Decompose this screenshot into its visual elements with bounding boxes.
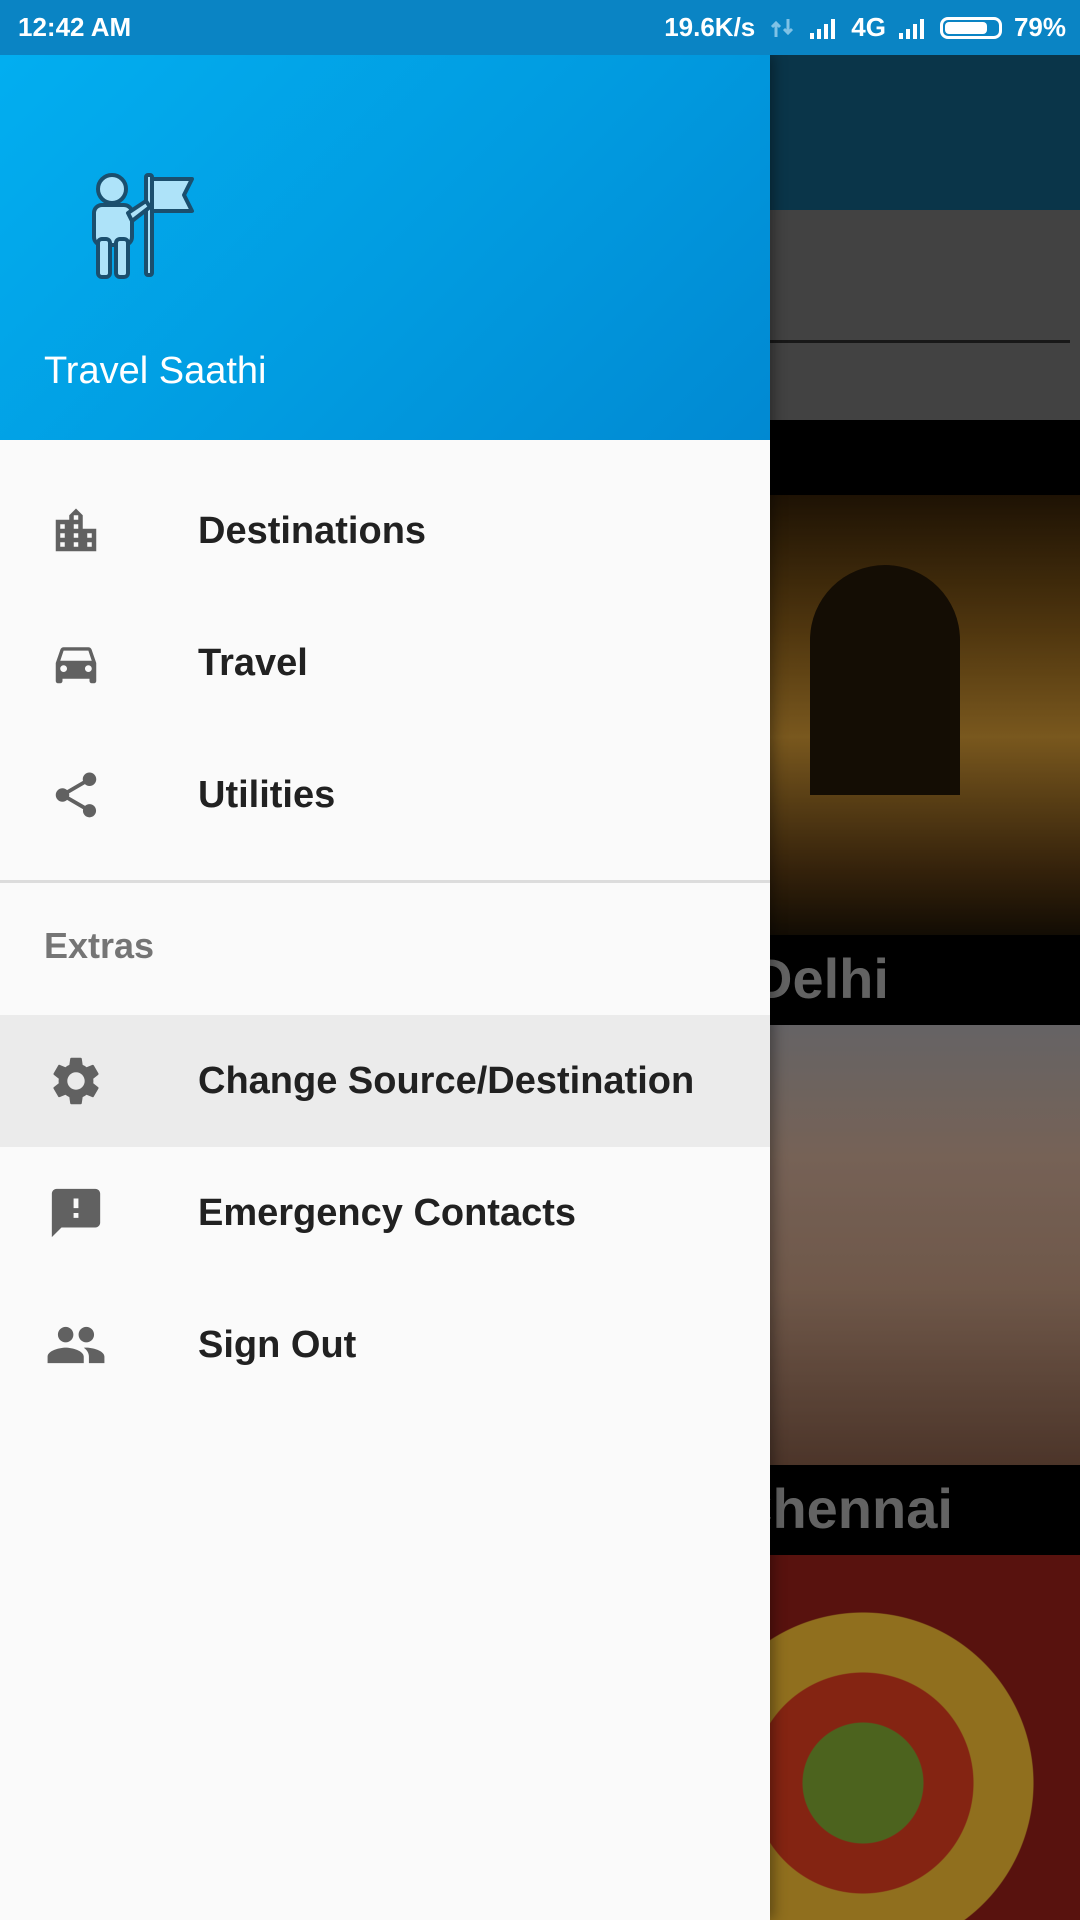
menu-label-sign-out: Sign Out	[198, 1323, 357, 1366]
people-icon	[44, 1313, 108, 1377]
menu-item-destinations[interactable]: Destinations	[0, 465, 770, 597]
menu-divider	[0, 880, 770, 883]
drawer-header: Travel Saathi	[0, 55, 770, 440]
battery-percent: 79%	[1013, 12, 1066, 42]
net-speed: 19.6K/s	[664, 12, 756, 42]
data-arrows-icon	[771, 18, 794, 37]
status-time: 12:42 AM	[18, 12, 132, 42]
signal-icon-2	[898, 18, 924, 39]
menu-item-travel[interactable]: Travel	[0, 597, 770, 729]
menu-item-sign-out[interactable]: Sign Out	[0, 1279, 770, 1411]
status-indicators: 19.6K/s 4G 79%	[664, 12, 1066, 43]
menu-label-travel: Travel	[198, 641, 308, 684]
extras-section-title: Extras	[44, 925, 155, 966]
signal-icon	[810, 18, 836, 39]
status-bar: 12:42 AM 19.6K/s 4G 79%	[0, 0, 1080, 55]
menu-item-change-source-destination[interactable]: Change Source/Destination	[0, 1015, 770, 1147]
network-type: 4G	[851, 12, 886, 42]
menu-item-emergency-contacts[interactable]: Emergency Contacts	[0, 1147, 770, 1279]
menu-label-emergency-contacts: Emergency Contacts	[198, 1191, 577, 1234]
app-name: Travel Saathi	[44, 350, 267, 392]
alert-message-icon	[44, 1181, 108, 1245]
menu-label-change-source-destination: Change Source/Destination	[198, 1059, 695, 1102]
navigation-drawer: Travel Saathi Destinations Travel Utilit…	[0, 55, 770, 1920]
menu-item-utilities[interactable]: Utilities	[0, 729, 770, 861]
menu-label-destinations: Destinations	[198, 509, 427, 552]
share-icon	[44, 763, 108, 827]
traveler-flag-logo-icon	[92, 173, 194, 279]
gear-icon	[44, 1049, 108, 1113]
car-icon	[44, 631, 108, 695]
battery-icon	[939, 16, 1002, 39]
city-icon	[44, 499, 108, 563]
background-app: Delhi Chennai	[770, 55, 1080, 1920]
scrim[interactable]	[770, 55, 1080, 1920]
menu-label-utilities: Utilities	[198, 773, 336, 816]
